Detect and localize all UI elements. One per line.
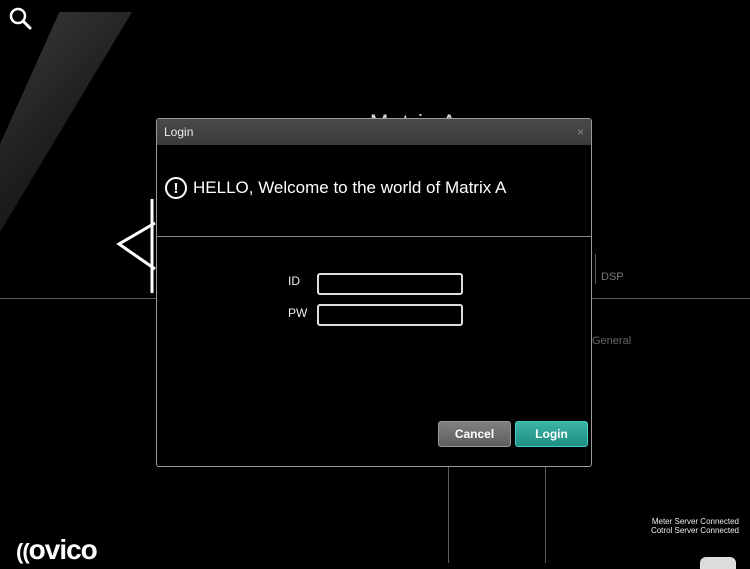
cancel-button[interactable]: Cancel [438, 421, 511, 447]
tab-general[interactable]: General [592, 335, 631, 347]
brand-logo: ((ovico [16, 534, 98, 565]
pw-input[interactable] [317, 304, 463, 326]
tab-dsp[interactable]: DSP [601, 271, 624, 283]
vertical-divider-left [448, 467, 449, 563]
meter-server-status: Meter Server Connected [651, 517, 739, 526]
prev-arrow-button[interactable] [115, 197, 157, 300]
logo-mark-icon: (( [16, 539, 30, 564]
id-input[interactable] [317, 273, 463, 295]
control-server-status: Cotrol Server Connected [650, 526, 739, 535]
tab-separator [595, 254, 596, 284]
search-icon [9, 7, 32, 30]
search-button[interactable] [8, 6, 34, 32]
connection-status: Meter Server Connected Cotrol Server Con… [651, 517, 739, 535]
decorative-diagonal [0, 12, 132, 232]
login-button[interactable]: Login [515, 421, 588, 447]
close-button[interactable]: × [577, 125, 584, 139]
corner-button[interactable] [700, 557, 736, 569]
login-dialog: Login × ! HELLO, Welcome to the world of… [156, 118, 592, 467]
id-label: ID [288, 274, 300, 288]
dialog-header: Login × [157, 119, 591, 145]
dialog-title: Login [164, 125, 194, 139]
pw-label: PW [288, 306, 308, 320]
dialog-divider [157, 236, 591, 237]
chevron-left-icon [116, 199, 156, 293]
welcome-message: ! HELLO, Welcome to the world of Matrix … [165, 177, 506, 199]
vertical-divider-right [545, 467, 546, 563]
exclamation-icon: ! [165, 177, 187, 199]
welcome-text: HELLO, Welcome to the world of Matrix A [193, 178, 507, 197]
